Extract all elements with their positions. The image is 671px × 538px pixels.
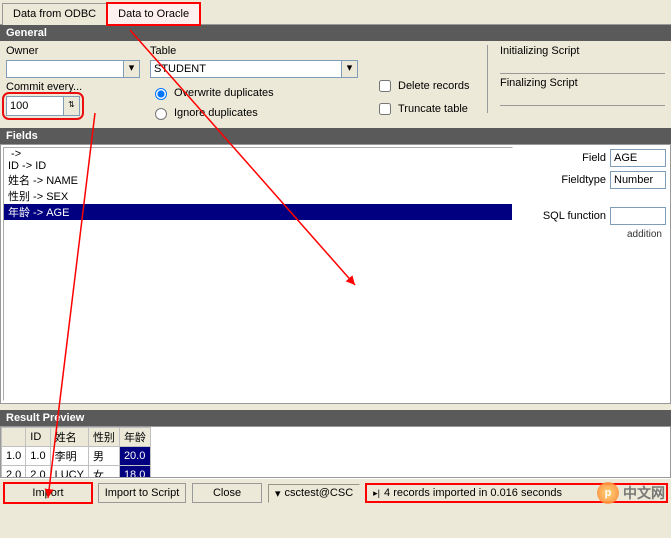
list-item[interactable]: ID -> ID [4,160,512,172]
table-combo[interactable] [150,60,342,78]
additional-label: addition [515,229,666,240]
list-item[interactable]: 性别 -> SEX [4,188,512,204]
list-item[interactable]: -> [4,148,512,160]
sqlfunction-label: SQL function [543,210,606,222]
truncate-label: Truncate table [398,103,468,115]
connection-dropdown[interactable]: ▾ csctest@CSC [268,484,360,503]
connection-text: csctest@CSC [285,487,354,499]
init-script-label: Initializing Script [500,45,665,57]
col-header[interactable] [2,428,26,447]
tab-data-to-oracle[interactable]: Data to Oracle [107,3,200,25]
fields-panel: -> ID -> ID 姓名 -> NAME 性别 -> SEX 年龄 -> A… [0,144,671,404]
fields-header: Fields [0,128,671,144]
col-header[interactable]: 姓名 [50,428,88,447]
fieldtype-label: Fieldtype [561,174,606,186]
fieldtype-input[interactable] [610,171,666,189]
field-label: Field [582,152,606,164]
owner-label: Owner [6,45,140,57]
owner-dropdown-button[interactable]: ▾ [124,60,140,78]
field-mapping-list[interactable]: -> ID -> ID 姓名 -> NAME 性别 -> SEX 年龄 -> A… [3,147,513,401]
commit-label: Commit every... [6,81,140,93]
truncate-table-check[interactable] [379,103,391,115]
col-header[interactable]: 年龄 [119,428,150,447]
owner-combo[interactable] [6,60,124,78]
close-button[interactable]: Close [192,483,262,503]
result-preview-header: Result Preview [0,410,671,426]
table-label: Table [150,45,365,57]
import-button[interactable]: Import [4,483,92,503]
ignore-duplicates-radio[interactable] [155,108,167,120]
col-header[interactable]: 性别 [88,428,119,447]
tab-data-from-odbc[interactable]: Data from ODBC [2,3,107,25]
table-row[interactable]: 2.0 2.0 LUCY 女 18.0 [2,466,151,479]
import-to-script-button[interactable]: Import to Script [98,483,186,503]
delete-records-check[interactable] [379,80,391,92]
result-preview-panel: ID 姓名 性别 年龄 1.0 1.0 李明 男 20.0 2.0 2.0 LU… [0,426,671,478]
table-row[interactable]: 1.0 1.0 李明 男 20.0 [2,447,151,466]
watermark-text: 中文网 [623,483,665,503]
list-item-selected[interactable]: 年龄 -> AGE [4,204,512,220]
commit-every-input[interactable] [6,96,64,116]
table-dropdown-button[interactable]: ▾ [342,60,358,78]
sqlfunction-input[interactable] [610,207,666,225]
tabs: Data from ODBC Data to Oracle [0,0,671,25]
commit-spin[interactable]: ⇅ [64,96,80,116]
watermark: p 中文网 [597,482,665,504]
delete-label: Delete records [398,80,470,92]
php-logo-icon: p [597,482,619,504]
preview-table: ID 姓名 性别 年龄 1.0 1.0 李明 男 20.0 2.0 2.0 LU… [1,427,151,478]
ignore-label: Ignore duplicates [174,107,258,119]
col-header[interactable]: ID [26,428,50,447]
status-arrow-icon: ▸| [373,488,380,498]
general-header: General [0,25,671,41]
chevron-down-icon: ▾ [275,487,281,500]
general-panel: Owner ▾ Commit every... ⇅ Table ▾ Overwr… [0,41,671,128]
field-input[interactable] [610,149,666,167]
overwrite-duplicates-radio[interactable] [155,88,167,100]
field-properties: Field Fieldtype SQL function addition [515,145,670,403]
final-script-label: Finalizing Script [500,77,665,89]
overwrite-label: Overwrite duplicates [174,87,274,99]
bottom-bar: Import Import to Script Close ▾ csctest@… [0,478,671,507]
list-item[interactable]: 姓名 -> NAME [4,172,512,188]
